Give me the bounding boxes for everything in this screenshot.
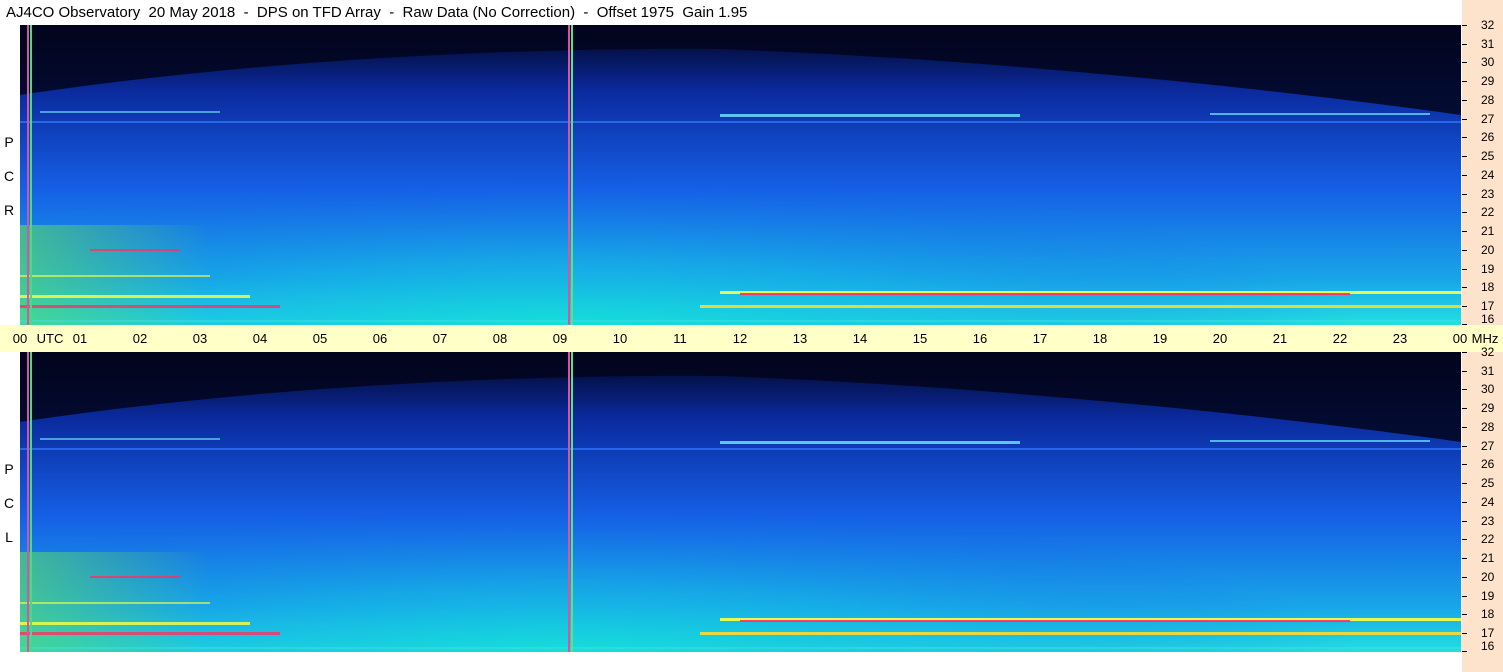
hour-label: 05 [312,331,328,346]
mhz-label: 27 [1481,112,1495,126]
mhz-label: 21 [1481,224,1495,238]
bottom-pol-letter-2: C [3,495,15,511]
hour-label: 11 [673,331,687,346]
top-pol-letter-2: C [3,168,15,184]
top-frequency-axis: 32 31 30 29 28 27 26 25 24 23 22 21 20 1… [1462,19,1503,326]
chart-title: AJ4CO Observatory 20 May 2018 - DPS on T… [6,4,748,21]
mhz-label: 18 [1481,280,1495,294]
lcp-spectrogram[interactable] [20,352,1461,652]
mhz-label: 28 [1481,93,1495,107]
mhz-label: 30 [1481,55,1495,69]
bottom-pol-letter-3: L [5,529,13,545]
mhz-label: 25 [1481,476,1495,490]
mhz-label: 20 [1481,243,1495,257]
hour-label: 23 [1392,331,1408,346]
hour-label: 08 [492,331,508,346]
mhz-label: 26 [1481,130,1495,144]
bottom-polarization-label: P C L [0,452,18,554]
mhz-label: 22 [1481,205,1495,219]
top-pol-letter-1: P [4,134,14,150]
top-pol-letter-3: R [3,202,15,218]
mhz-label: 31 [1481,37,1495,51]
top-polarization-label: P C R [0,125,18,227]
mhz-label: 18 [1481,607,1495,621]
bottom-pol-letter-1: P [4,461,14,477]
hour-label: 18 [1092,331,1108,346]
hour-label: 06 [372,331,388,346]
mhz-label: 17 [1481,299,1495,313]
mhz-label: 16 [1481,312,1495,326]
mhz-label: 26 [1481,457,1495,471]
hour-label: 09 [552,331,568,346]
mhz-label: 21 [1481,551,1495,565]
mhz-label: 29 [1481,401,1495,415]
hour-label: 01 [72,331,88,346]
mhz-unit-label: MHz [1471,331,1499,346]
mhz-label: 32 [1481,18,1495,32]
hour-label: 04 [252,331,268,346]
utc-unit-label: UTC [36,331,64,346]
hour-label: 14 [852,331,868,346]
hour-label: 12 [732,331,748,346]
mhz-label: 29 [1481,74,1495,88]
mhz-label: 23 [1481,514,1495,528]
lcp-spectrogram-svg [20,352,1461,652]
mhz-label: 28 [1481,420,1495,434]
utc-time-axis: 00 UTC 01 02 03 04 05 06 07 08 09 10 11 … [0,325,1503,352]
mhz-label: 24 [1481,495,1495,509]
hour-label: 10 [612,331,628,346]
mhz-label: 31 [1481,364,1495,378]
mhz-label: 32 [1481,345,1495,359]
hour-label: 00 [12,331,28,346]
mhz-label: 20 [1481,570,1495,584]
rcp-spectrogram-svg [20,25,1461,325]
hour-label: 20 [1212,331,1228,346]
rcp-spectrogram[interactable] [20,25,1461,325]
mhz-label: 24 [1481,168,1495,182]
mhz-label: 22 [1481,532,1495,546]
hour-label: 21 [1272,331,1288,346]
hour-label: 13 [792,331,808,346]
hour-label: 19 [1152,331,1168,346]
mhz-label: 27 [1481,439,1495,453]
mhz-label: 19 [1481,262,1495,276]
mhz-label: 25 [1481,149,1495,163]
hour-label: 03 [192,331,208,346]
hour-label: 00 [1452,331,1468,346]
mhz-label: 23 [1481,187,1495,201]
hour-label: 07 [432,331,448,346]
hour-label: 15 [912,331,928,346]
hour-label: 22 [1332,331,1348,346]
mhz-label: 16 [1481,639,1495,653]
hour-label: 16 [972,331,988,346]
hour-label: 02 [132,331,148,346]
bottom-frequency-axis: 32 31 30 29 28 27 26 25 24 23 22 21 20 1… [1462,346,1503,653]
mhz-label: 19 [1481,589,1495,603]
mhz-label: 30 [1481,382,1495,396]
mhz-label: 17 [1481,626,1495,640]
hour-label: 17 [1032,331,1048,346]
